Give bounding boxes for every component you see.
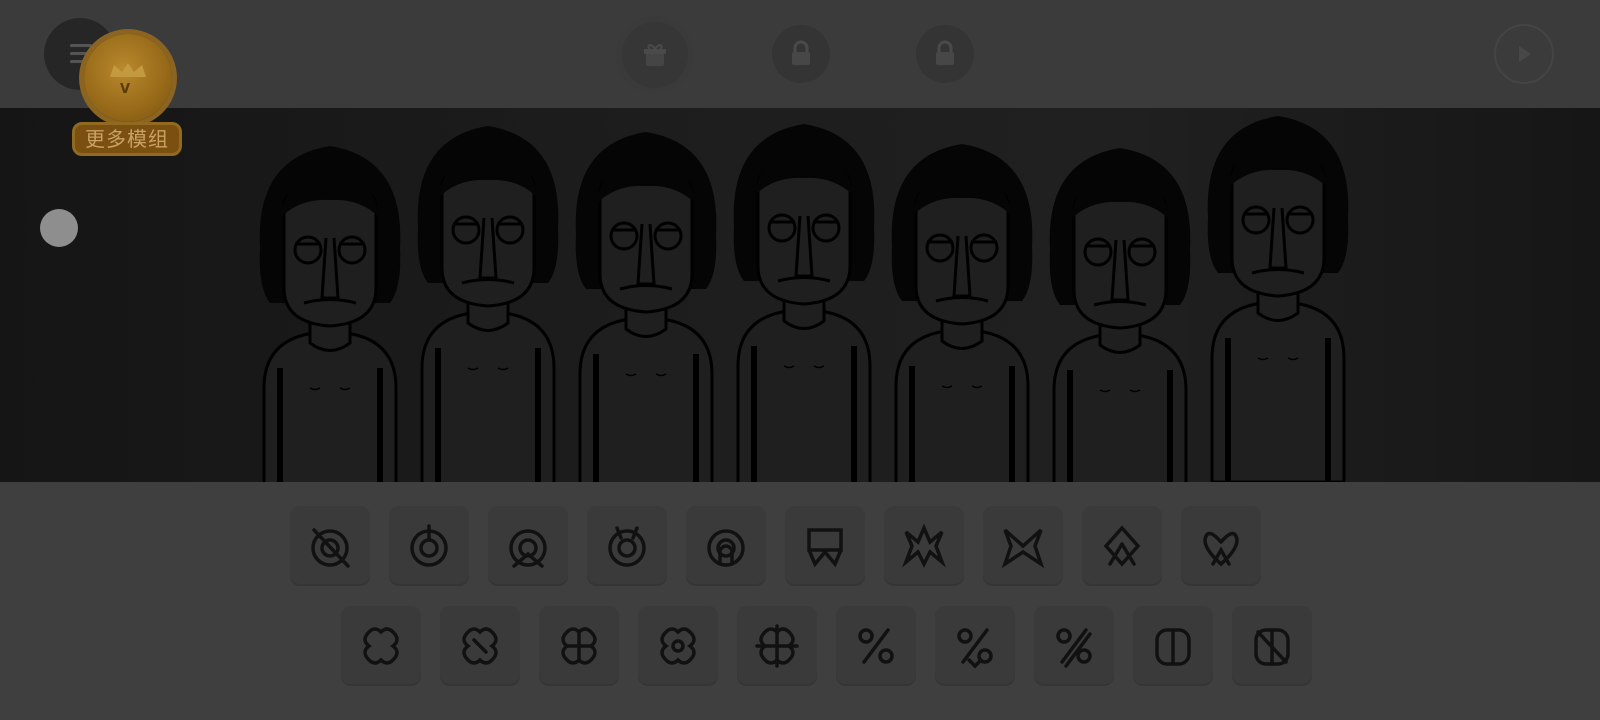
sound-button-voice-5[interactable] [1232,606,1312,686]
melody-2-icon [462,627,498,665]
sound-icons-row-2 [0,606,1600,686]
beat-4-icon [608,526,646,567]
lock-icon [936,40,954,65]
sound-button-beat-3[interactable] [488,506,568,586]
play-button[interactable] [1494,24,1554,84]
sound-button-beat-4[interactable] [587,506,667,586]
melody-1-icon [363,627,399,665]
character-4[interactable] [733,124,875,482]
sound-button-melody-5[interactable] [737,606,817,686]
toggle-switch[interactable] [24,192,96,264]
character-stage [0,108,1600,482]
sound-button-effect-3[interactable] [983,506,1063,586]
crown-medal-icon: V [84,34,172,122]
characters-layer [259,116,1349,482]
sound-button-voice-2[interactable] [935,606,1015,686]
sound-icons-row-1 [0,506,1600,586]
sound-button-melody-4[interactable] [638,606,718,686]
character-5[interactable] [891,144,1033,482]
top-bar [0,0,1600,108]
medal-badge-letter: V [120,82,131,97]
beat-5-icon [707,529,745,567]
sound-button-melody-3[interactable] [539,606,619,686]
sound-button-effect-4[interactable] [1082,506,1162,586]
sound-button-beat-5[interactable] [686,506,766,586]
melody-5-icon [755,624,799,668]
sound-button-voice-1[interactable] [836,606,916,686]
effect-3-icon [1001,528,1045,569]
character-2[interactable] [417,126,559,482]
sound-button-melody-1[interactable] [341,606,421,686]
effect-2-icon [902,523,946,568]
sound-button-voice-3[interactable] [1034,606,1114,686]
lock-icon [792,40,810,65]
sound-button-voice-4[interactable] [1133,606,1213,686]
beat-3-icon [509,529,547,568]
more-mods-label: 更多模组 [72,122,182,156]
locked-slot-button-2[interactable] [916,25,974,83]
beat-2-icon [410,524,448,567]
sound-button-beat-2[interactable] [389,506,469,586]
character-3[interactable] [575,132,717,482]
effect-5-icon [1203,531,1239,567]
voice-5-icon [1254,628,1290,666]
play-icon [1519,46,1531,62]
character-6[interactable] [1049,148,1191,482]
beat-1-icon [311,528,350,568]
bonus-button[interactable] [622,22,688,88]
locked-slot-button-1[interactable] [772,25,830,83]
sound-button-melody-2[interactable] [440,606,520,686]
character-1[interactable] [259,146,401,482]
effect-4-icon [1103,525,1141,567]
voice-3-icon [1056,628,1092,668]
effect-1-icon [807,528,843,568]
voice-1-icon [858,628,894,664]
more-mods-button[interactable]: V 更多模组 [70,34,186,162]
character-7[interactable] [1207,116,1349,482]
sound-button-effect-2[interactable] [884,506,964,586]
sound-button-beat-1[interactable] [290,506,370,586]
bonus-gift-icon [644,44,666,66]
melody-3-icon [561,627,597,665]
sound-button-effect-1[interactable] [785,506,865,586]
voice-2-icon [957,628,993,669]
melody-4-icon [660,627,696,665]
toggle-knob-icon [40,209,78,247]
sound-button-effect-5[interactable] [1181,506,1261,586]
voice-4-icon [1155,628,1191,666]
